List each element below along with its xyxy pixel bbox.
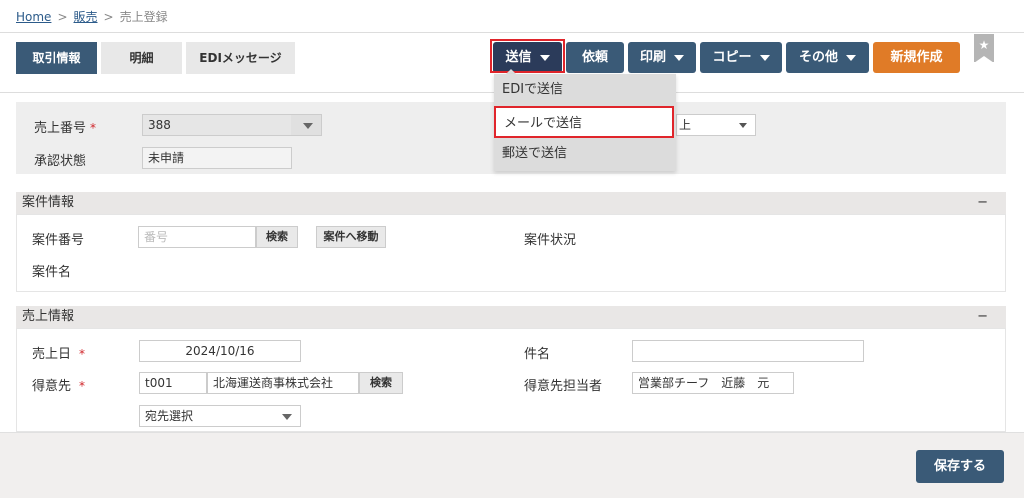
subject-input[interactable] (632, 340, 864, 362)
status-select[interactable]: 上 (676, 114, 756, 136)
breadcrumb: Home > 販売 > 売上登録 (16, 8, 168, 25)
project-status-label: 案件状況 (524, 233, 577, 248)
approval-status-label: 承認状態 (34, 154, 87, 169)
caret-down-icon (846, 54, 856, 61)
required-mark: * (79, 379, 86, 393)
send-via-post-item[interactable]: 郵送で送信 (494, 138, 676, 170)
customer-contact-input[interactable]: 営業部チーフ 近藤 元 (632, 372, 794, 394)
sales-info-title: 売上情報 (22, 309, 75, 324)
sales-date-label: 売上日 * (32, 347, 86, 362)
breadcrumb-home[interactable]: Home (16, 10, 51, 24)
customer-code-input[interactable]: t001 (139, 372, 207, 394)
other-button-label: その他 (798, 50, 838, 65)
send-button[interactable]: 送信 (493, 42, 562, 73)
project-number-label: 案件番号 (32, 233, 85, 248)
breadcrumb-separator: > (103, 10, 114, 24)
chevron-down-icon (303, 123, 313, 129)
sales-date-input[interactable]: 2024/10/16 (139, 340, 301, 362)
project-info-header[interactable]: 案件情報 − (16, 192, 1006, 214)
print-button[interactable]: 印刷 (628, 42, 696, 73)
sales-number-label: 売上番号 * (34, 121, 97, 136)
sales-number-select[interactable]: 388 (142, 114, 322, 136)
project-search-button[interactable]: 検索 (256, 226, 298, 248)
approval-status-value: 未申請 (142, 147, 292, 169)
customer-search-button[interactable]: 検索 (359, 372, 403, 394)
chevron-down-icon (739, 123, 747, 128)
footer-bar (0, 432, 1024, 498)
send-button-label: 送信 (505, 50, 532, 65)
star-icon: ★ (978, 38, 990, 52)
send-via-mail-item[interactable]: メールで送信 (494, 106, 674, 138)
save-button[interactable]: 保存する (916, 450, 1004, 483)
breadcrumb-separator: > (57, 10, 68, 24)
tab-edi-message[interactable]: EDIメッセージ (186, 42, 295, 74)
request-button[interactable]: 依頼 (566, 42, 624, 73)
go-to-project-button[interactable]: 案件へ移動 (316, 226, 386, 248)
project-number-input[interactable]: 番号 (138, 226, 256, 248)
customer-contact-label: 得意先担当者 (524, 379, 603, 394)
caret-down-icon (674, 54, 684, 61)
destination-select[interactable]: 宛先選択 (139, 405, 301, 427)
collapse-icon[interactable]: − (977, 192, 988, 214)
required-mark: * (90, 121, 97, 135)
copy-button[interactable]: コピー (700, 42, 782, 73)
project-name-label: 案件名 (32, 265, 72, 280)
subject-label: 件名 (524, 347, 551, 362)
tab-detail[interactable]: 明細 (101, 42, 182, 74)
collapse-icon[interactable]: − (977, 306, 988, 328)
copy-button-label: コピー (712, 50, 752, 65)
required-mark: * (79, 347, 86, 361)
caret-down-icon (539, 54, 550, 61)
bookmark-icon[interactable]: ★ (974, 34, 994, 63)
send-dropdown-menu: EDIで送信 メールで送信 郵送で送信 (494, 74, 676, 171)
new-create-button[interactable]: 新規作成 (873, 42, 960, 73)
divider (0, 32, 1024, 33)
tab-transaction-info[interactable]: 取引情報 (16, 42, 97, 74)
status-select-value: 上 (679, 118, 692, 132)
caret-down-icon (759, 54, 770, 61)
sales-info-header[interactable]: 売上情報 − (16, 306, 1006, 328)
chevron-down-icon (282, 414, 292, 420)
destination-select-value: 宛先選択 (145, 409, 194, 423)
breadcrumb-current: 売上登録 (119, 10, 168, 24)
other-button[interactable]: その他 (786, 42, 869, 73)
project-info-title: 案件情報 (22, 195, 75, 210)
customer-name-input[interactable]: 北海運送商事株式会社 (207, 372, 359, 394)
sales-number-value: 388 (148, 118, 171, 132)
customer-label: 得意先 * (32, 379, 86, 394)
print-button-label: 印刷 (639, 50, 666, 65)
breadcrumb-sales[interactable]: 販売 (74, 10, 98, 24)
send-via-edi-item[interactable]: EDIで送信 (494, 74, 676, 106)
